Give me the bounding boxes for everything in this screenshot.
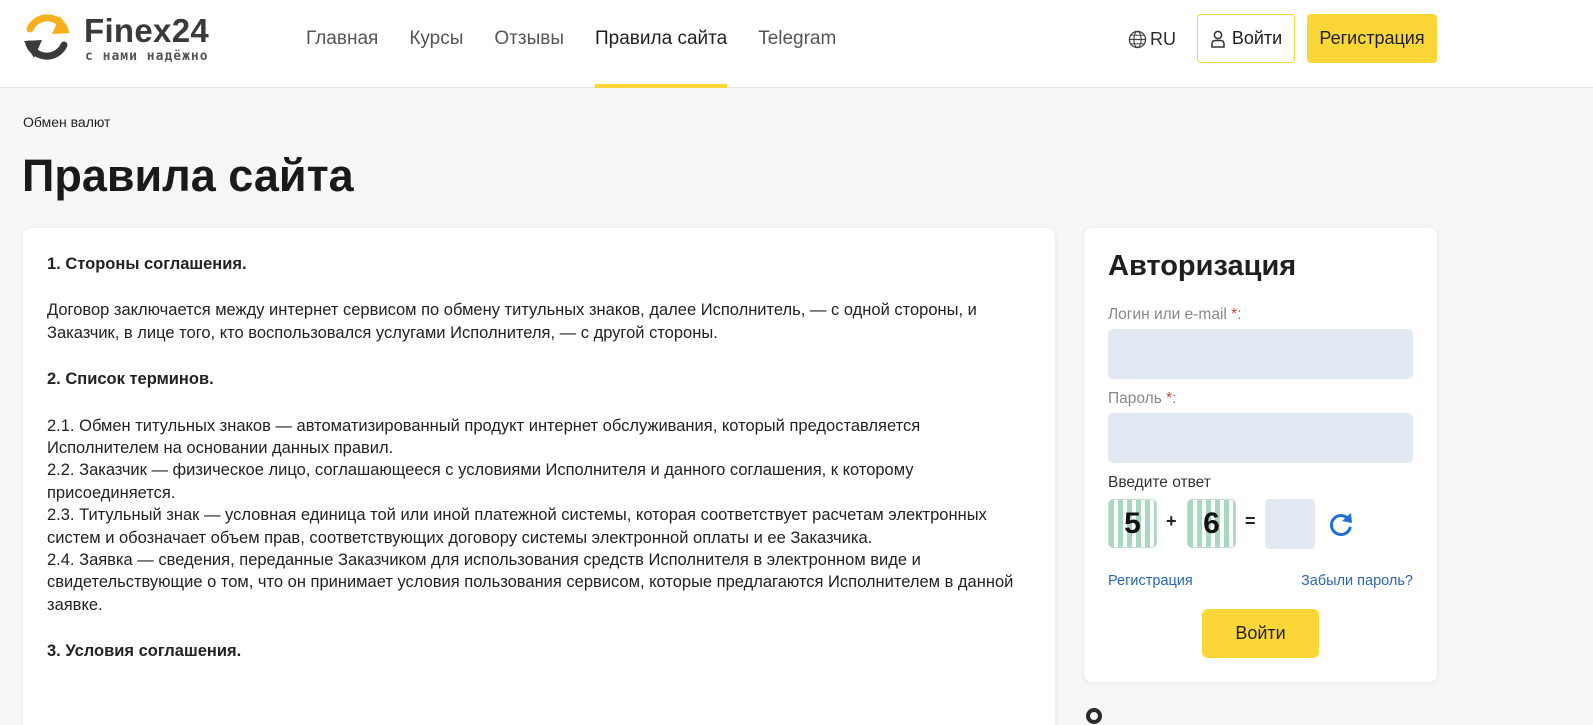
logo-tagline: с нами надёжно [85,49,209,64]
nav-rates[interactable]: Курсы [409,0,463,88]
forgot-password-link[interactable]: Забыли пароль? [1301,573,1413,589]
breadcrumb-currency-exchange[interactable]: Обмен валют [23,114,110,130]
nav-telegram[interactable]: Telegram [758,0,836,88]
site-logo[interactable]: Finex24 с нами надёжно [22,12,242,68]
language-code: RU [1150,28,1176,49]
term-item: 2.1. Обмен титульных знаков — автоматизи… [47,416,921,458]
password-input[interactable] [1108,413,1413,463]
nav-home[interactable]: Главная [306,0,378,88]
captcha-equals-sign: = [1245,511,1256,531]
main-nav: Главная Курсы Отзывы Правила сайта Teleg… [306,0,836,88]
language-switcher[interactable]: RU [1128,26,1176,52]
exchange-arrows-logo-icon [24,14,70,60]
register-link[interactable]: Регистрация [1108,573,1193,589]
logo-name: Finex24 [84,12,209,49]
login-submit-button[interactable]: Войти [1202,609,1319,658]
rules-content: 1. Стороны соглашения. Договор заключает… [23,228,1055,725]
login-input[interactable] [1108,329,1413,379]
auth-widget: Авторизация Логин или e-mail *: Пароль *… [1084,228,1437,682]
term-item: 2.3. Титульный знак — условная единица т… [47,506,987,547]
password-field-label: Пароль *: [1108,390,1177,407]
captcha-operand-2: 6 [1187,499,1236,548]
section-heading-terms: 2. Список терминов. [47,370,214,389]
captcha-answer-input[interactable] [1265,499,1315,549]
user-icon [1211,30,1225,48]
section-heading-parties: 1. Стороны соглашения. [47,255,247,273]
nav-reviews[interactable]: Отзывы [494,0,564,88]
refresh-captcha-icon[interactable] [1327,511,1355,539]
header-login-button[interactable]: Войти [1197,14,1295,63]
page-title: Правила сайта [22,150,354,201]
nav-site-rules[interactable]: Правила сайта [595,0,728,88]
header-login-label: Войти [1231,28,1283,48]
section-text-parties: Договор заключается между интернет серви… [47,301,977,342]
captcha-plus-sign: + [1166,511,1177,531]
auth-title: Авторизация [1108,250,1297,282]
section-heading-conditions: 3. Условия соглашения. [47,642,242,661]
term-item: 2.2. Заказчик — физическое лицо, соглаша… [47,461,914,502]
header-register-button[interactable]: Регистрация [1307,14,1437,63]
captcha-label: Введите ответ [1108,474,1211,491]
globe-icon [1128,30,1147,48]
login-field-label: Логин или e-mail *: [1108,306,1242,323]
next-widget-icon [1086,708,1102,724]
captcha-operand-1: 5 [1108,499,1157,548]
site-header: Finex24 с нами надёжно Главная Курсы Отз… [0,0,1593,88]
term-item: 2.4. Заявка — сведения, переданные Заказ… [47,551,1014,614]
